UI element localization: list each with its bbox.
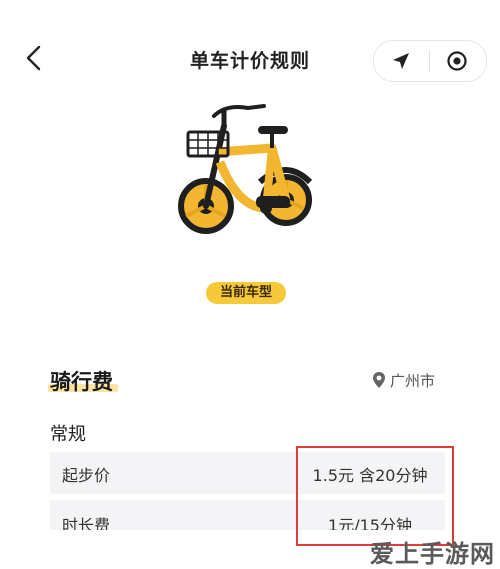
target-icon (447, 51, 467, 71)
capsule-menu (373, 40, 487, 82)
current-model-badge: 当前车型 (206, 282, 286, 304)
city-name: 广州市 (390, 372, 436, 390)
location-button[interactable] (374, 41, 429, 81)
target-button[interactable] (430, 41, 485, 81)
map-pin-icon (373, 372, 385, 388)
city-selector[interactable]: 广州市 (372, 370, 435, 391)
section-title: 骑行费 (50, 370, 113, 394)
location-arrow-icon (393, 53, 409, 69)
bike-image (178, 104, 313, 234)
highlight-box (296, 446, 454, 546)
pricing-category: 常规 (50, 424, 86, 445)
price-row-label: 起步价 (62, 466, 111, 485)
watermark: 爱上手游网 (370, 540, 495, 568)
price-row-label: 时长费 (62, 516, 111, 530)
